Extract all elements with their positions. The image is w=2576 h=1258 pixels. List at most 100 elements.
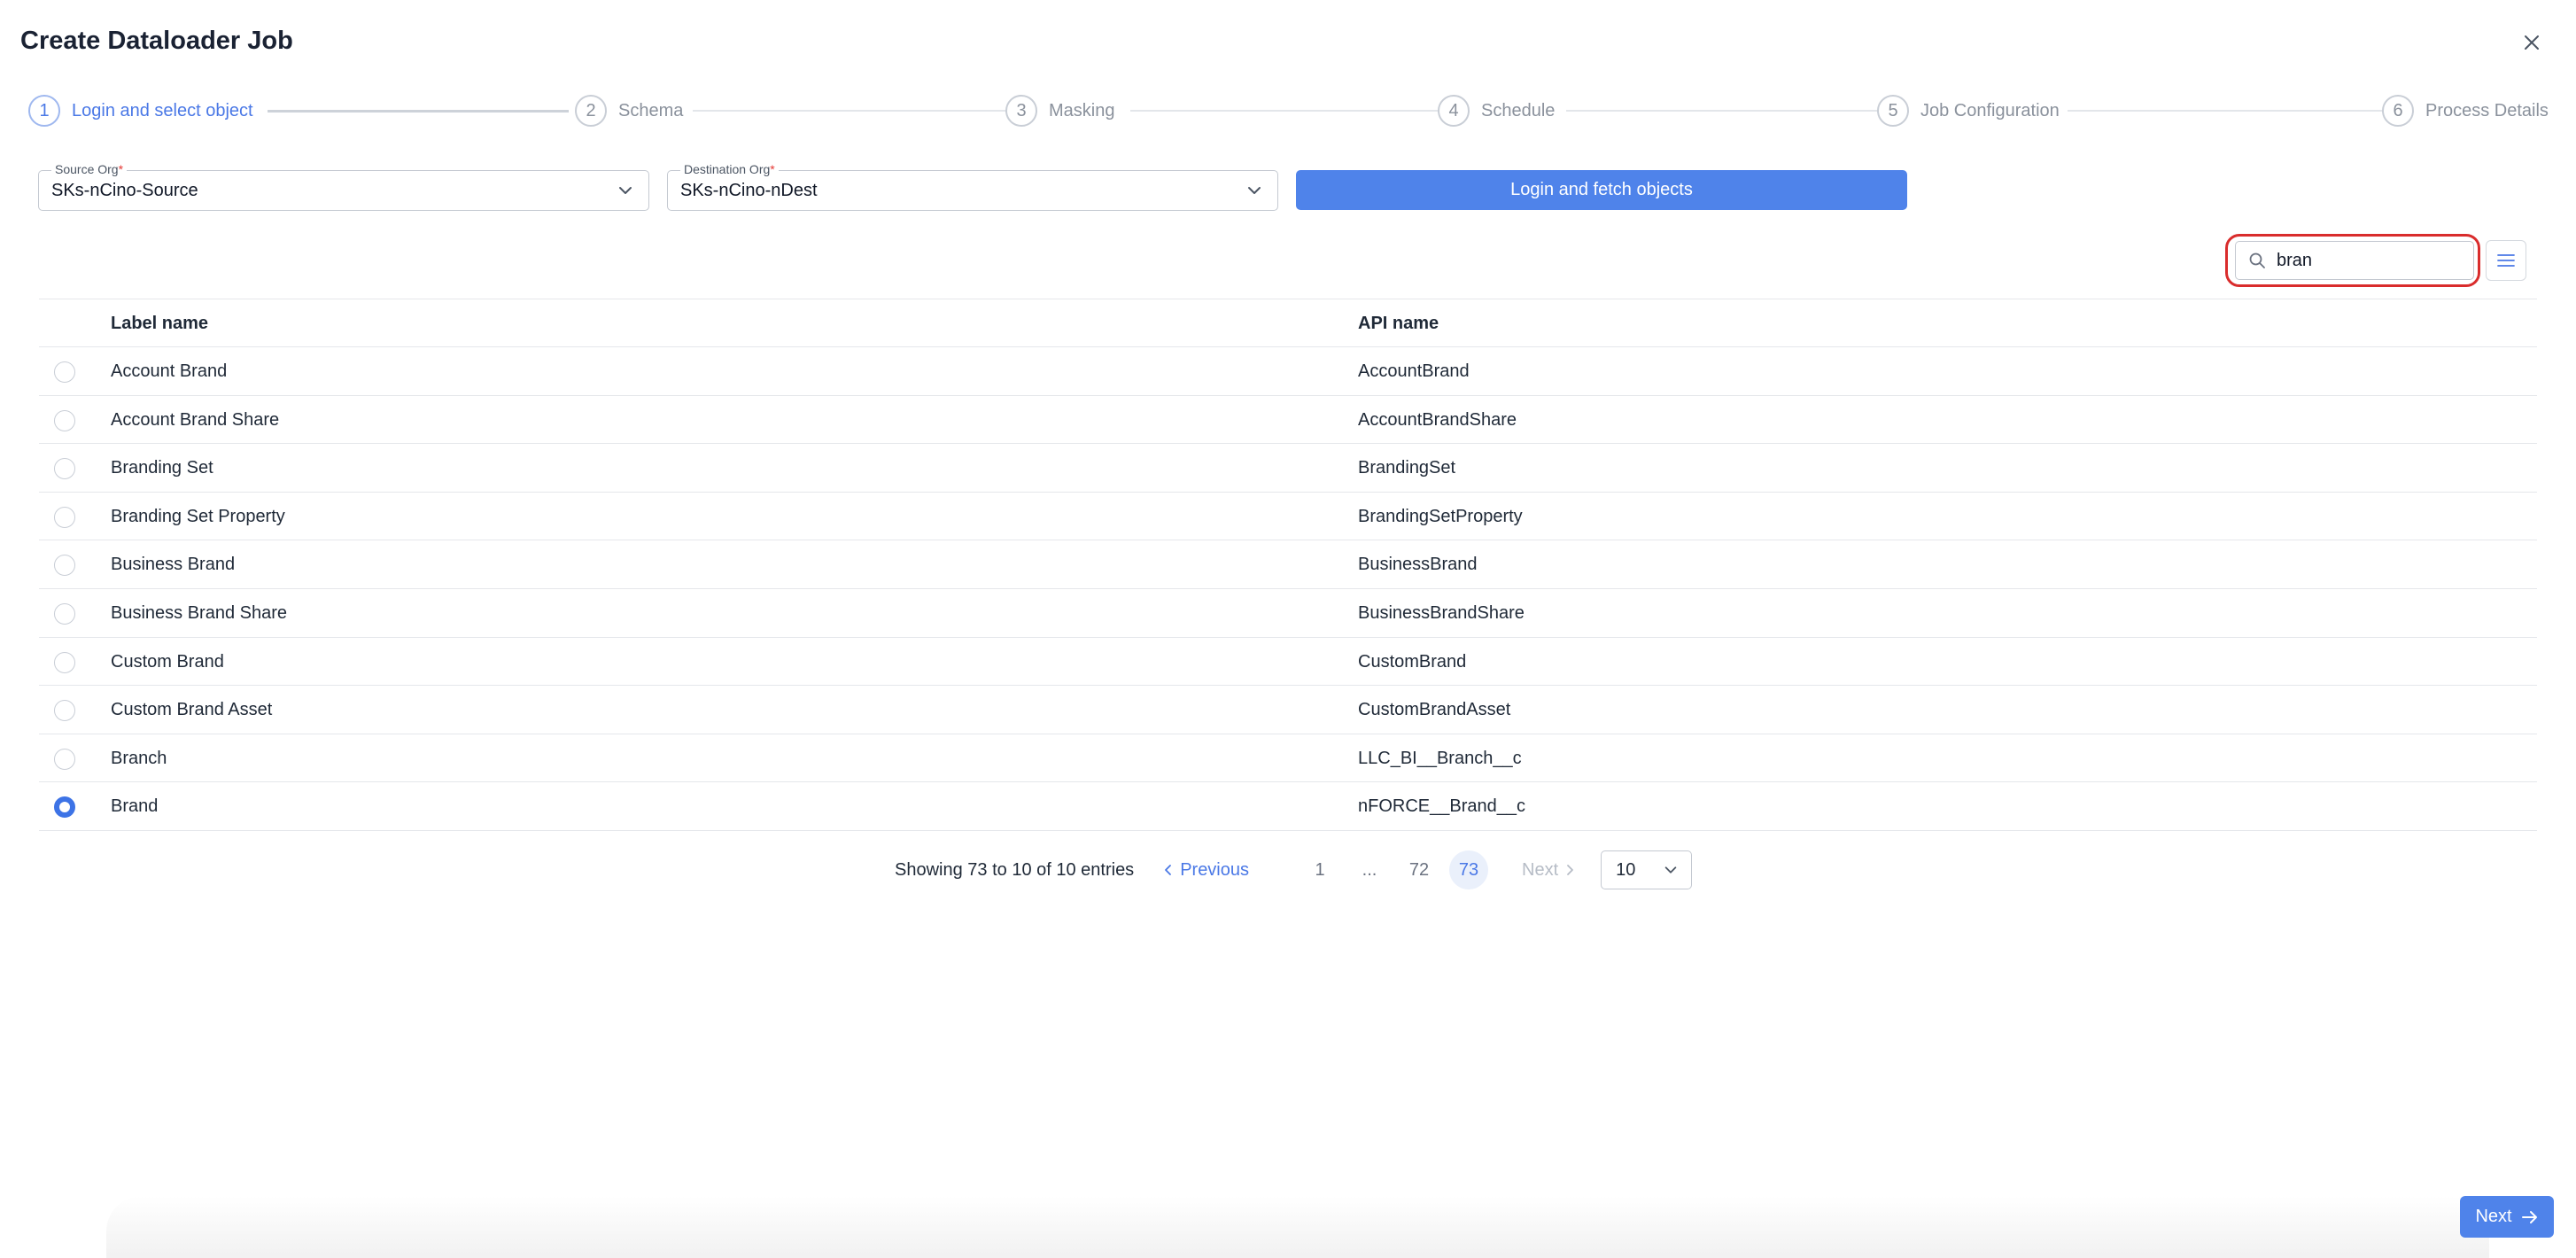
search-input[interactable] (2277, 250, 2454, 271)
table-row[interactable]: Custom Brand CustomBrand (39, 638, 2537, 687)
table-row[interactable]: Account Brand Share AccountBrandShare (39, 396, 2537, 445)
next-step-button[interactable]: Next (2460, 1196, 2554, 1238)
destination-org-value: SKs-nCino-nDest (680, 181, 818, 200)
step-label: Schedule (1481, 100, 1556, 120)
row-radio[interactable] (54, 555, 75, 577)
next-button-label: Next (2475, 1207, 2512, 1226)
row-api-name: CustomBrandAsset (1358, 700, 1511, 720)
page-button-73[interactable]: 73 (1449, 850, 1488, 889)
destination-org-select[interactable]: Destination Org* SKs-nCino-nDest (667, 162, 1278, 211)
login-fetch-objects-button[interactable]: Login and fetch objects (1296, 170, 1907, 210)
stepper: 1 Login and select object 2 Schema 3 Mas… (28, 94, 2549, 128)
step-number: 2 (575, 95, 607, 127)
radio-button[interactable] (54, 361, 75, 383)
row-radio[interactable] (54, 361, 75, 383)
row-label-name: Branch (111, 748, 167, 768)
table-row[interactable]: Account Brand AccountBrand (39, 347, 2537, 396)
table-row[interactable]: Branding Set BrandingSet (39, 444, 2537, 493)
chevron-down-icon (619, 187, 632, 194)
step-schedule[interactable]: 4 Schedule (1438, 94, 1555, 128)
radio-button[interactable] (54, 506, 75, 528)
step-connector (268, 110, 569, 113)
page-size-select[interactable]: 10 (1601, 850, 1693, 889)
radio-button[interactable] (54, 651, 75, 673)
dialog-title: Create Dataloader Job (20, 27, 293, 55)
radio-button[interactable] (54, 700, 75, 722)
table-row[interactable]: Custom Brand Asset CustomBrandAsset (39, 686, 2537, 734)
create-dataloader-job-dialog: Create Dataloader Job 1 Login and select… (0, 0, 2576, 1258)
column-header-label-name[interactable]: Label name (111, 314, 208, 334)
close-icon[interactable] (2523, 34, 2541, 51)
row-radio[interactable] (54, 651, 75, 673)
column-menu-button[interactable] (2486, 240, 2526, 281)
row-api-name: BrandingSet (1358, 458, 1456, 478)
radio-button[interactable] (54, 796, 75, 819)
column-header-api-name[interactable]: API name (1358, 314, 1439, 334)
destination-org-label: Destination Org* (680, 162, 779, 176)
search-field[interactable] (2235, 241, 2474, 280)
step-number: 6 (2382, 95, 2414, 127)
page-ellipsis: ... (1362, 859, 1377, 880)
page-size-value: 10 (1616, 859, 1636, 880)
table-header-row: Label name API name (39, 299, 2537, 347)
search-icon (2248, 252, 2266, 269)
radio-button[interactable] (54, 748, 75, 770)
row-label-name: Custom Brand (111, 651, 224, 672)
pagination-info: Showing 73 to 10 of 10 entries (895, 859, 1135, 880)
row-radio[interactable] (54, 458, 75, 480)
step-connector (693, 110, 1013, 112)
source-org-select[interactable]: Source Org* SKs-nCino-Source (38, 162, 649, 211)
next-page-button[interactable]: Next (1515, 860, 1576, 881)
radio-button[interactable] (54, 458, 75, 480)
close-button[interactable] (2516, 27, 2548, 58)
table-row[interactable]: Business Brand BusinessBrand (39, 540, 2537, 589)
row-api-name: BusinessBrandShare (1358, 602, 1525, 623)
chevron-down-icon (1248, 187, 1261, 194)
step-label: Login and select object (72, 100, 253, 120)
arrow-right-icon (2521, 1210, 2539, 1224)
chevron-left-icon (1165, 865, 1172, 875)
step-masking[interactable]: 3 Masking (1005, 94, 1114, 128)
step-label: Process Details (2425, 100, 2549, 120)
page-button-1[interactable]: 1 (1300, 850, 1339, 889)
row-radio[interactable] (54, 748, 75, 770)
previous-page-button[interactable]: Previous (1162, 860, 1256, 881)
row-label-name: Account Brand Share (111, 409, 280, 430)
row-radio[interactable] (54, 506, 75, 528)
row-label-name: Account Brand (111, 361, 228, 381)
row-label-name: Branding Set Property (111, 506, 285, 526)
hamburger-menu-icon[interactable] (2496, 252, 2516, 268)
row-radio[interactable] (54, 796, 75, 819)
step-label: Job Configuration (1920, 100, 2060, 120)
step-label: Masking (1049, 100, 1115, 120)
row-label-name: Business Brand (111, 555, 236, 575)
row-radio[interactable] (54, 409, 75, 431)
step-process-details[interactable]: 6 Process Details (2382, 94, 2549, 128)
table-row[interactable]: Branding Set Property BrandingSetProperty (39, 493, 2537, 541)
radio-button[interactable] (54, 555, 75, 577)
step-number: 3 (1005, 95, 1037, 127)
radio-button[interactable] (54, 602, 75, 625)
step-connector (1566, 110, 1887, 112)
row-api-name: nFORCE__Brand__c (1358, 796, 1525, 817)
page-button-72[interactable]: 72 (1400, 850, 1439, 889)
row-api-name: AccountBrandShare (1358, 409, 1517, 430)
source-org-label: Source Org* (51, 162, 128, 176)
table-row[interactable]: Business Brand Share BusinessBrandShare (39, 589, 2537, 638)
row-api-name: CustomBrand (1358, 651, 1467, 672)
step-job-configuration[interactable]: 5 Job Configuration (1877, 94, 2060, 128)
row-radio[interactable] (54, 602, 75, 625)
table-row[interactable]: Branch LLC_BI__Branch__c (39, 734, 2537, 783)
radio-button[interactable] (54, 409, 75, 431)
table-row[interactable]: Brand nFORCE__Brand__c (39, 782, 2537, 831)
row-radio[interactable] (54, 700, 75, 722)
next-label: Next (1522, 859, 1559, 880)
step-schema[interactable]: 2 Schema (575, 94, 683, 128)
chevron-right-icon (1567, 865, 1574, 875)
footer-shadow (106, 1196, 2489, 1258)
row-label-name: Custom Brand Asset (111, 700, 273, 720)
objects-table: Label name API name Account Brand Account… (39, 299, 2537, 831)
row-api-name: AccountBrand (1358, 361, 1470, 381)
row-api-name: BusinessBrand (1358, 555, 1478, 575)
step-login-select-object[interactable]: 1 Login and select object (28, 94, 253, 128)
